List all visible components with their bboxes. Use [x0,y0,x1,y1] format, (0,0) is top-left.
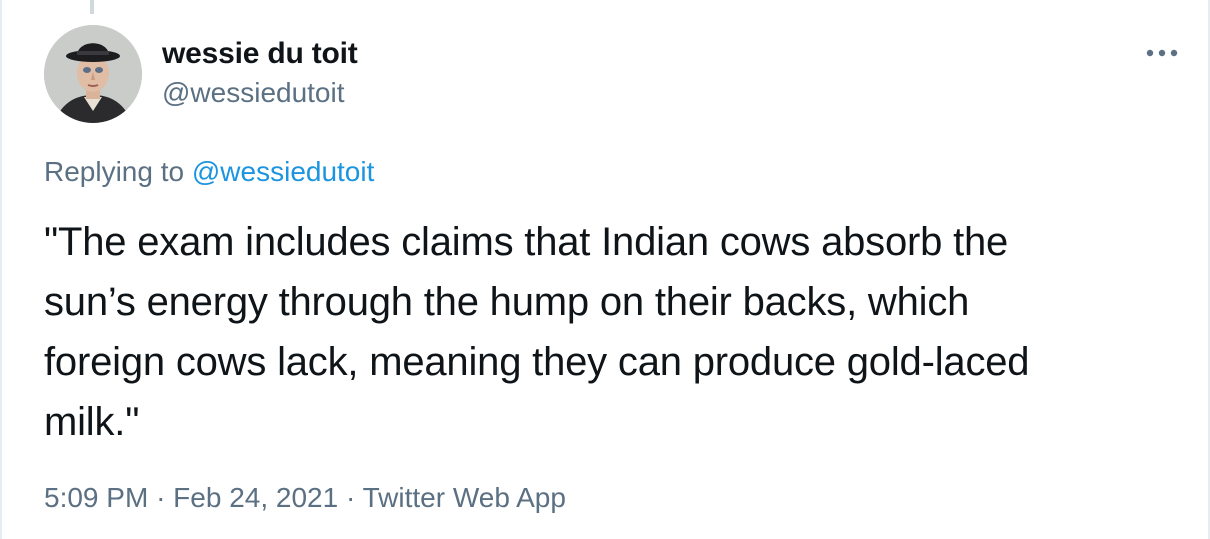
reply-context: Replying to @wessiedutoit [44,156,374,188]
tweet-text-line: sun’s energy through the hump on their b… [44,280,970,324]
meta-separator: · [345,482,356,513]
author-handle[interactable]: @wessiedutoit [162,77,345,109]
tweet-metadata: 5:09 PM · Feb 24, 2021 · Twitter Web App [44,482,566,514]
more-horizontal-icon [1146,49,1178,57]
tweet-card: wessie du toit @wessiedutoit Replying to… [0,0,1210,539]
tweet-timestamp-time[interactable]: 5:09 PM [44,482,148,513]
reply-context-prefix: Replying to [44,156,185,187]
more-options-button[interactable] [1138,36,1186,70]
tweet-text-line: "The exam includes claims that Indian co… [44,220,1009,264]
tweet-text-line: foreign cows lack, meaning they can prod… [44,340,1030,384]
reply-mention-link[interactable]: @wessiedutoit [192,156,375,187]
author-display-name[interactable]: wessie du toit [162,37,358,71]
avatar-portrait-icon [44,25,142,123]
tweet-text: "The exam includes claims that Indian co… [44,212,1184,452]
tweet-timestamp-date[interactable]: Feb 24, 2021 [173,482,338,513]
meta-separator: · [156,482,166,513]
tweet-text-line: milk." [44,400,140,444]
thread-connector-line [90,0,94,14]
avatar[interactable] [44,25,142,123]
tweet-source-link[interactable]: Twitter Web App [363,482,566,513]
